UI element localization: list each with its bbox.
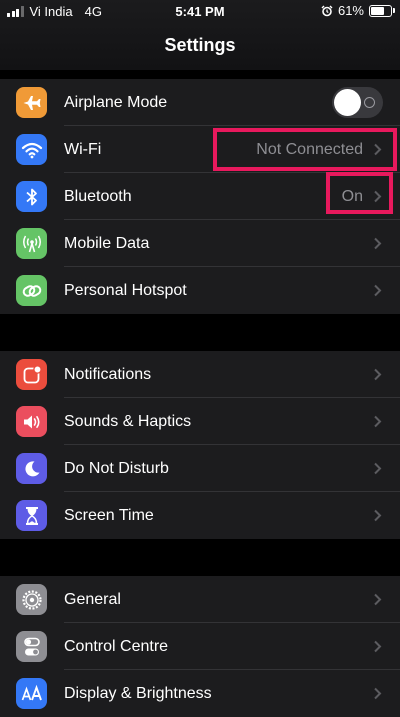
speaker-icon (16, 406, 47, 437)
chevron-right-icon (374, 687, 382, 700)
chevron-right-icon (374, 640, 382, 653)
settings-row-airplane-mode[interactable]: Airplane Mode (0, 79, 400, 126)
row-label: Notifications (64, 366, 152, 383)
hourglass-icon (16, 500, 47, 531)
airplane-mode-toggle[interactable] (332, 87, 383, 118)
settings-row-sounds-haptics[interactable]: Sounds & Haptics (0, 398, 400, 445)
row-label: Airplane Mode (64, 94, 168, 111)
text-size-icon (16, 678, 47, 709)
notifications-icon (16, 359, 47, 390)
settings-row-screen-time[interactable]: Screen Time (0, 492, 400, 539)
status-bar: Vi India 4G 5:41 PM 61% (0, 0, 400, 22)
switches-icon (16, 631, 47, 662)
hotspot-link-icon (16, 275, 47, 306)
row-label: Screen Time (64, 507, 154, 524)
chevron-right-icon (374, 415, 382, 428)
chevron-right-icon (374, 284, 382, 297)
row-label: General (64, 591, 121, 608)
gear-icon (16, 584, 47, 615)
settings-row-display-brightness[interactable]: Display & Brightness (0, 670, 400, 717)
battery-icon (369, 4, 395, 17)
airplane-icon (16, 87, 47, 118)
settings-row-mobile-data[interactable]: Mobile Data (0, 220, 400, 267)
settings-row-control-centre[interactable]: Control Centre (0, 623, 400, 670)
row-label: Sounds & Haptics (64, 413, 192, 430)
toggle-knob (334, 89, 361, 116)
row-label: Display & Brightness (64, 685, 212, 702)
chevron-right-icon (374, 462, 382, 475)
battery-percentage: 61% (337, 3, 364, 18)
antenna-icon (16, 228, 47, 259)
navigation-bar: Vi India 4G 5:41 PM 61% Settings (0, 0, 400, 70)
bluetooth-icon (16, 181, 47, 212)
row-label: Control Centre (64, 638, 169, 655)
moon-icon (16, 453, 47, 484)
chevron-right-icon (374, 368, 382, 381)
row-label: Do Not Disturb (64, 460, 169, 477)
row-label: Mobile Data (64, 235, 150, 252)
chevron-right-icon (374, 237, 382, 250)
alarm-icon (321, 5, 333, 16)
settings-row-general[interactable]: General (0, 576, 400, 623)
page-title: Settings (164, 35, 236, 55)
chevron-right-icon (374, 593, 382, 606)
row-label: Wi-Fi (64, 141, 102, 158)
settings-row-notifications[interactable]: Notifications (0, 351, 400, 398)
general-group: General Control Centre Display & Brightn… (0, 576, 400, 717)
wifi-icon (16, 134, 47, 165)
row-label: Personal Hotspot (64, 282, 187, 299)
toggle-off-indicator (364, 97, 375, 108)
settings-row-do-not-disturb[interactable]: Do Not Disturb (0, 445, 400, 492)
settings-row-personal-hotspot[interactable]: Personal Hotspot (0, 267, 400, 314)
notifications-group: Notifications Sounds & Haptics Do Not Di… (0, 351, 400, 539)
wifi-status-highlight-box (213, 128, 397, 171)
row-label: Bluetooth (64, 188, 132, 205)
bluetooth-status-highlight-box (326, 172, 393, 214)
chevron-right-icon (374, 509, 382, 522)
